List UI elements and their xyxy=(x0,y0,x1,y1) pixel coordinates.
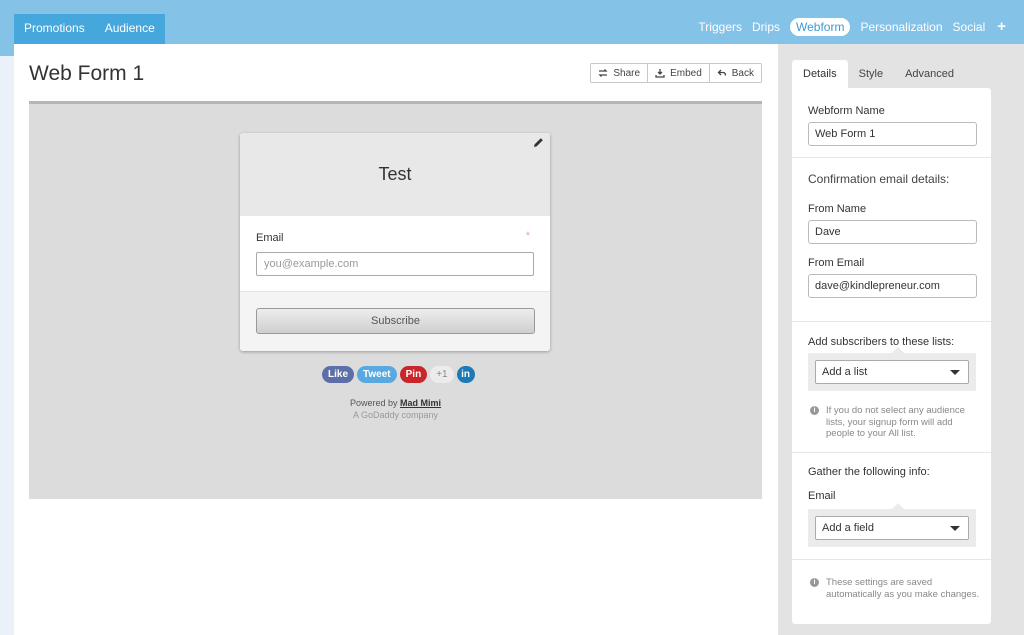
tab-audience[interactable]: Audience xyxy=(95,14,165,44)
info-icon: i xyxy=(810,406,819,415)
nav-social[interactable]: Social xyxy=(953,18,986,36)
main-panel: Web Form 1 Share Embed Back Test Email * xyxy=(14,44,778,635)
signup-form-card: Test Email * Subscribe xyxy=(240,133,550,351)
tab-style[interactable]: Style xyxy=(848,60,894,88)
email-field-label: Email xyxy=(256,232,284,244)
secondary-nav: Triggers Drips Webform Personalization S… xyxy=(698,18,1006,36)
add-plus-icon[interactable]: + xyxy=(997,18,1006,36)
info-icon: i xyxy=(810,578,819,587)
nav-triggers[interactable]: Triggers xyxy=(698,18,742,36)
facebook-like-button[interactable]: Like xyxy=(322,366,355,383)
powered-by-text: Powered by Mad Mimi xyxy=(29,398,762,408)
form-title: Test xyxy=(378,164,412,184)
email-input[interactable] xyxy=(256,252,534,276)
add-list-label: Add a list xyxy=(822,366,868,378)
from-email-input[interactable] xyxy=(808,274,977,298)
gather-label: Gather the following info: xyxy=(808,466,930,478)
tweet-button[interactable]: Tweet xyxy=(357,366,397,383)
form-preview-area: Test Email * Subscribe Like Tweet Pin +1… xyxy=(29,101,762,499)
embed-label: Embed xyxy=(670,67,702,79)
saved-info-text: These settings are saved automatically a… xyxy=(826,577,980,600)
download-icon xyxy=(655,69,665,78)
embed-button[interactable]: Embed xyxy=(648,64,710,82)
mad-mimi-link[interactable]: Mad Mimi xyxy=(400,398,441,408)
from-name-input[interactable] xyxy=(808,220,977,244)
from-email-label: From Email xyxy=(808,257,865,269)
list-select-container: Add a list xyxy=(808,347,976,391)
divider xyxy=(792,452,991,453)
pinterest-button[interactable]: Pin xyxy=(399,366,428,383)
page-title: Web Form 1 xyxy=(29,62,145,85)
share-label: Share xyxy=(613,67,641,79)
form-header: Test xyxy=(240,133,550,216)
add-field-label: Add a field xyxy=(822,522,874,534)
tab-details[interactable]: Details xyxy=(792,60,848,88)
powered-by-prefix: Powered by xyxy=(349,398,398,408)
social-buttons: Like Tweet Pin +1 in xyxy=(322,366,475,383)
lists-label: Add subscribers to these lists: xyxy=(808,336,955,348)
form-body: Email * xyxy=(240,216,550,292)
details-panel: Webform Name Confirmation email details:… xyxy=(792,88,991,624)
tab-promotions[interactable]: Promotions xyxy=(14,14,95,44)
linkedin-button[interactable]: in xyxy=(456,366,475,383)
divider xyxy=(792,157,991,158)
lists-info-text: If you do not select any audience lists,… xyxy=(826,405,965,439)
from-name-label: From Name xyxy=(808,203,867,215)
confirmation-heading: Confirmation email details: xyxy=(808,172,950,186)
add-field-select[interactable]: Add a field xyxy=(815,516,969,540)
required-mark: * xyxy=(525,230,530,242)
caret-down-icon xyxy=(950,370,960,375)
back-label: Back xyxy=(731,67,754,79)
nav-personalization[interactable]: Personalization xyxy=(860,18,942,36)
tab-advanced[interactable]: Advanced xyxy=(894,60,965,88)
add-list-select[interactable]: Add a list xyxy=(815,360,969,384)
settings-tabs: Details Style Advanced xyxy=(792,60,965,88)
nav-webform[interactable]: Webform xyxy=(790,18,851,36)
gather-email-label: Email xyxy=(808,490,836,502)
google-plus-button[interactable]: +1 xyxy=(430,366,454,383)
webform-name-label: Webform Name xyxy=(808,105,885,117)
company-text: A GoDaddy company xyxy=(352,410,439,420)
back-button[interactable]: Back xyxy=(710,64,761,82)
action-button-group: Share Embed Back xyxy=(590,63,762,83)
settings-panel: Details Style Advanced Webform Name Conf… xyxy=(778,44,1024,635)
saved-info-note: i These settings are saved automatically… xyxy=(810,577,980,600)
divider xyxy=(792,559,991,560)
webform-name-input[interactable] xyxy=(808,122,977,146)
subscribe-button[interactable]: Subscribe xyxy=(256,308,535,334)
primary-tabs: Promotions Audience xyxy=(14,14,165,44)
share-icon xyxy=(598,69,608,77)
back-arrow-icon xyxy=(717,69,726,76)
lists-info-note: i If you do not select any audience list… xyxy=(810,405,980,440)
caret-down-icon xyxy=(950,526,960,531)
form-footer: Subscribe xyxy=(240,292,550,351)
share-button[interactable]: Share xyxy=(591,64,649,82)
divider xyxy=(792,321,991,322)
nav-drips[interactable]: Drips xyxy=(752,18,780,36)
pencil-icon[interactable] xyxy=(533,137,544,148)
field-select-container: Add a field xyxy=(808,503,976,547)
